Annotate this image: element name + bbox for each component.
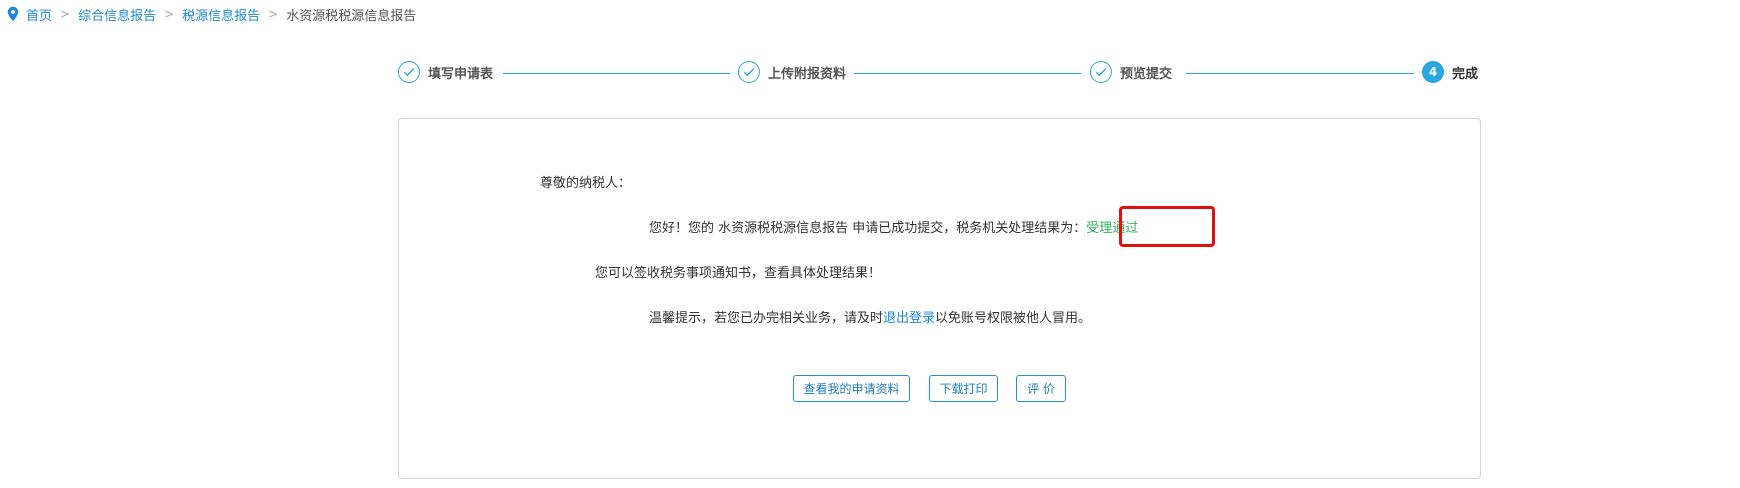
tip-text: 温馨提示，若您已办完相关业务，请及时 bbox=[649, 311, 884, 326]
breadcrumb-separator: > bbox=[268, 7, 279, 21]
breadcrumb-current: 水资源税税源信息报告 bbox=[286, 8, 417, 24]
step-label: 预览提交 bbox=[1120, 66, 1173, 82]
step-complete: 4 完成 bbox=[1422, 61, 1478, 83]
breadcrumb-home-link[interactable]: 首页 bbox=[26, 5, 52, 24]
highlight-box bbox=[1119, 206, 1215, 247]
tip-suffix: 以免账号权限被他人冒用。 bbox=[935, 311, 1092, 326]
tip-message: 温馨提示，若您已办完相关业务，请及时退出登录以免账号权限被他人冒用。 bbox=[649, 307, 1091, 326]
submission-message-text: 您好！您的 水资源税税源信息报告 申请已成功提交，税务机关处理结果为： bbox=[649, 221, 1087, 236]
greeting: 尊敬的纳税人： bbox=[540, 176, 632, 191]
notice-message: 您可以签收税务事项通知书，查看具体处理结果！ bbox=[595, 266, 882, 281]
download-print-button[interactable]: 下载打印 bbox=[929, 375, 998, 402]
step-label: 上传附报资料 bbox=[768, 66, 847, 82]
step-connector bbox=[1186, 73, 1414, 74]
step-label: 完成 bbox=[1452, 66, 1479, 82]
step-fill-application: 填写申请表 bbox=[398, 61, 493, 83]
step-label: 填写申请表 bbox=[428, 66, 494, 82]
location-pin-icon bbox=[7, 6, 19, 22]
check-circle-icon bbox=[738, 61, 760, 83]
breadcrumb-separator: > bbox=[164, 7, 175, 21]
breadcrumb-comprehensive-report-link[interactable]: 综合信息报告 bbox=[78, 5, 156, 24]
step-connector bbox=[854, 73, 1081, 74]
breadcrumb: 首页 > 综合信息报告 > 税源信息报告 > 水资源税税源信息报告 bbox=[6, 5, 417, 24]
step-preview-submit: 预览提交 bbox=[1090, 61, 1172, 83]
step-connector bbox=[503, 73, 730, 74]
breadcrumb-tax-source-report-link[interactable]: 税源信息报告 bbox=[182, 5, 260, 24]
evaluate-button[interactable]: 评 价 bbox=[1016, 375, 1066, 402]
check-circle-icon bbox=[1090, 61, 1112, 83]
step-upload-materials: 上传附报资料 bbox=[738, 61, 846, 83]
logout-link[interactable]: 退出登录 bbox=[883, 311, 935, 326]
breadcrumb-separator: > bbox=[60, 7, 71, 21]
step-number-badge: 4 bbox=[1422, 61, 1444, 83]
check-circle-icon bbox=[398, 61, 420, 83]
step-progress: 填写申请表 上传附报资料 预览提交 4 完成 bbox=[398, 61, 1478, 87]
submission-message: 您好！您的 水资源税税源信息报告 申请已成功提交，税务机关处理结果为：受理通过 bbox=[649, 217, 1138, 236]
view-my-application-button[interactable]: 查看我的申请资料 bbox=[793, 375, 910, 402]
